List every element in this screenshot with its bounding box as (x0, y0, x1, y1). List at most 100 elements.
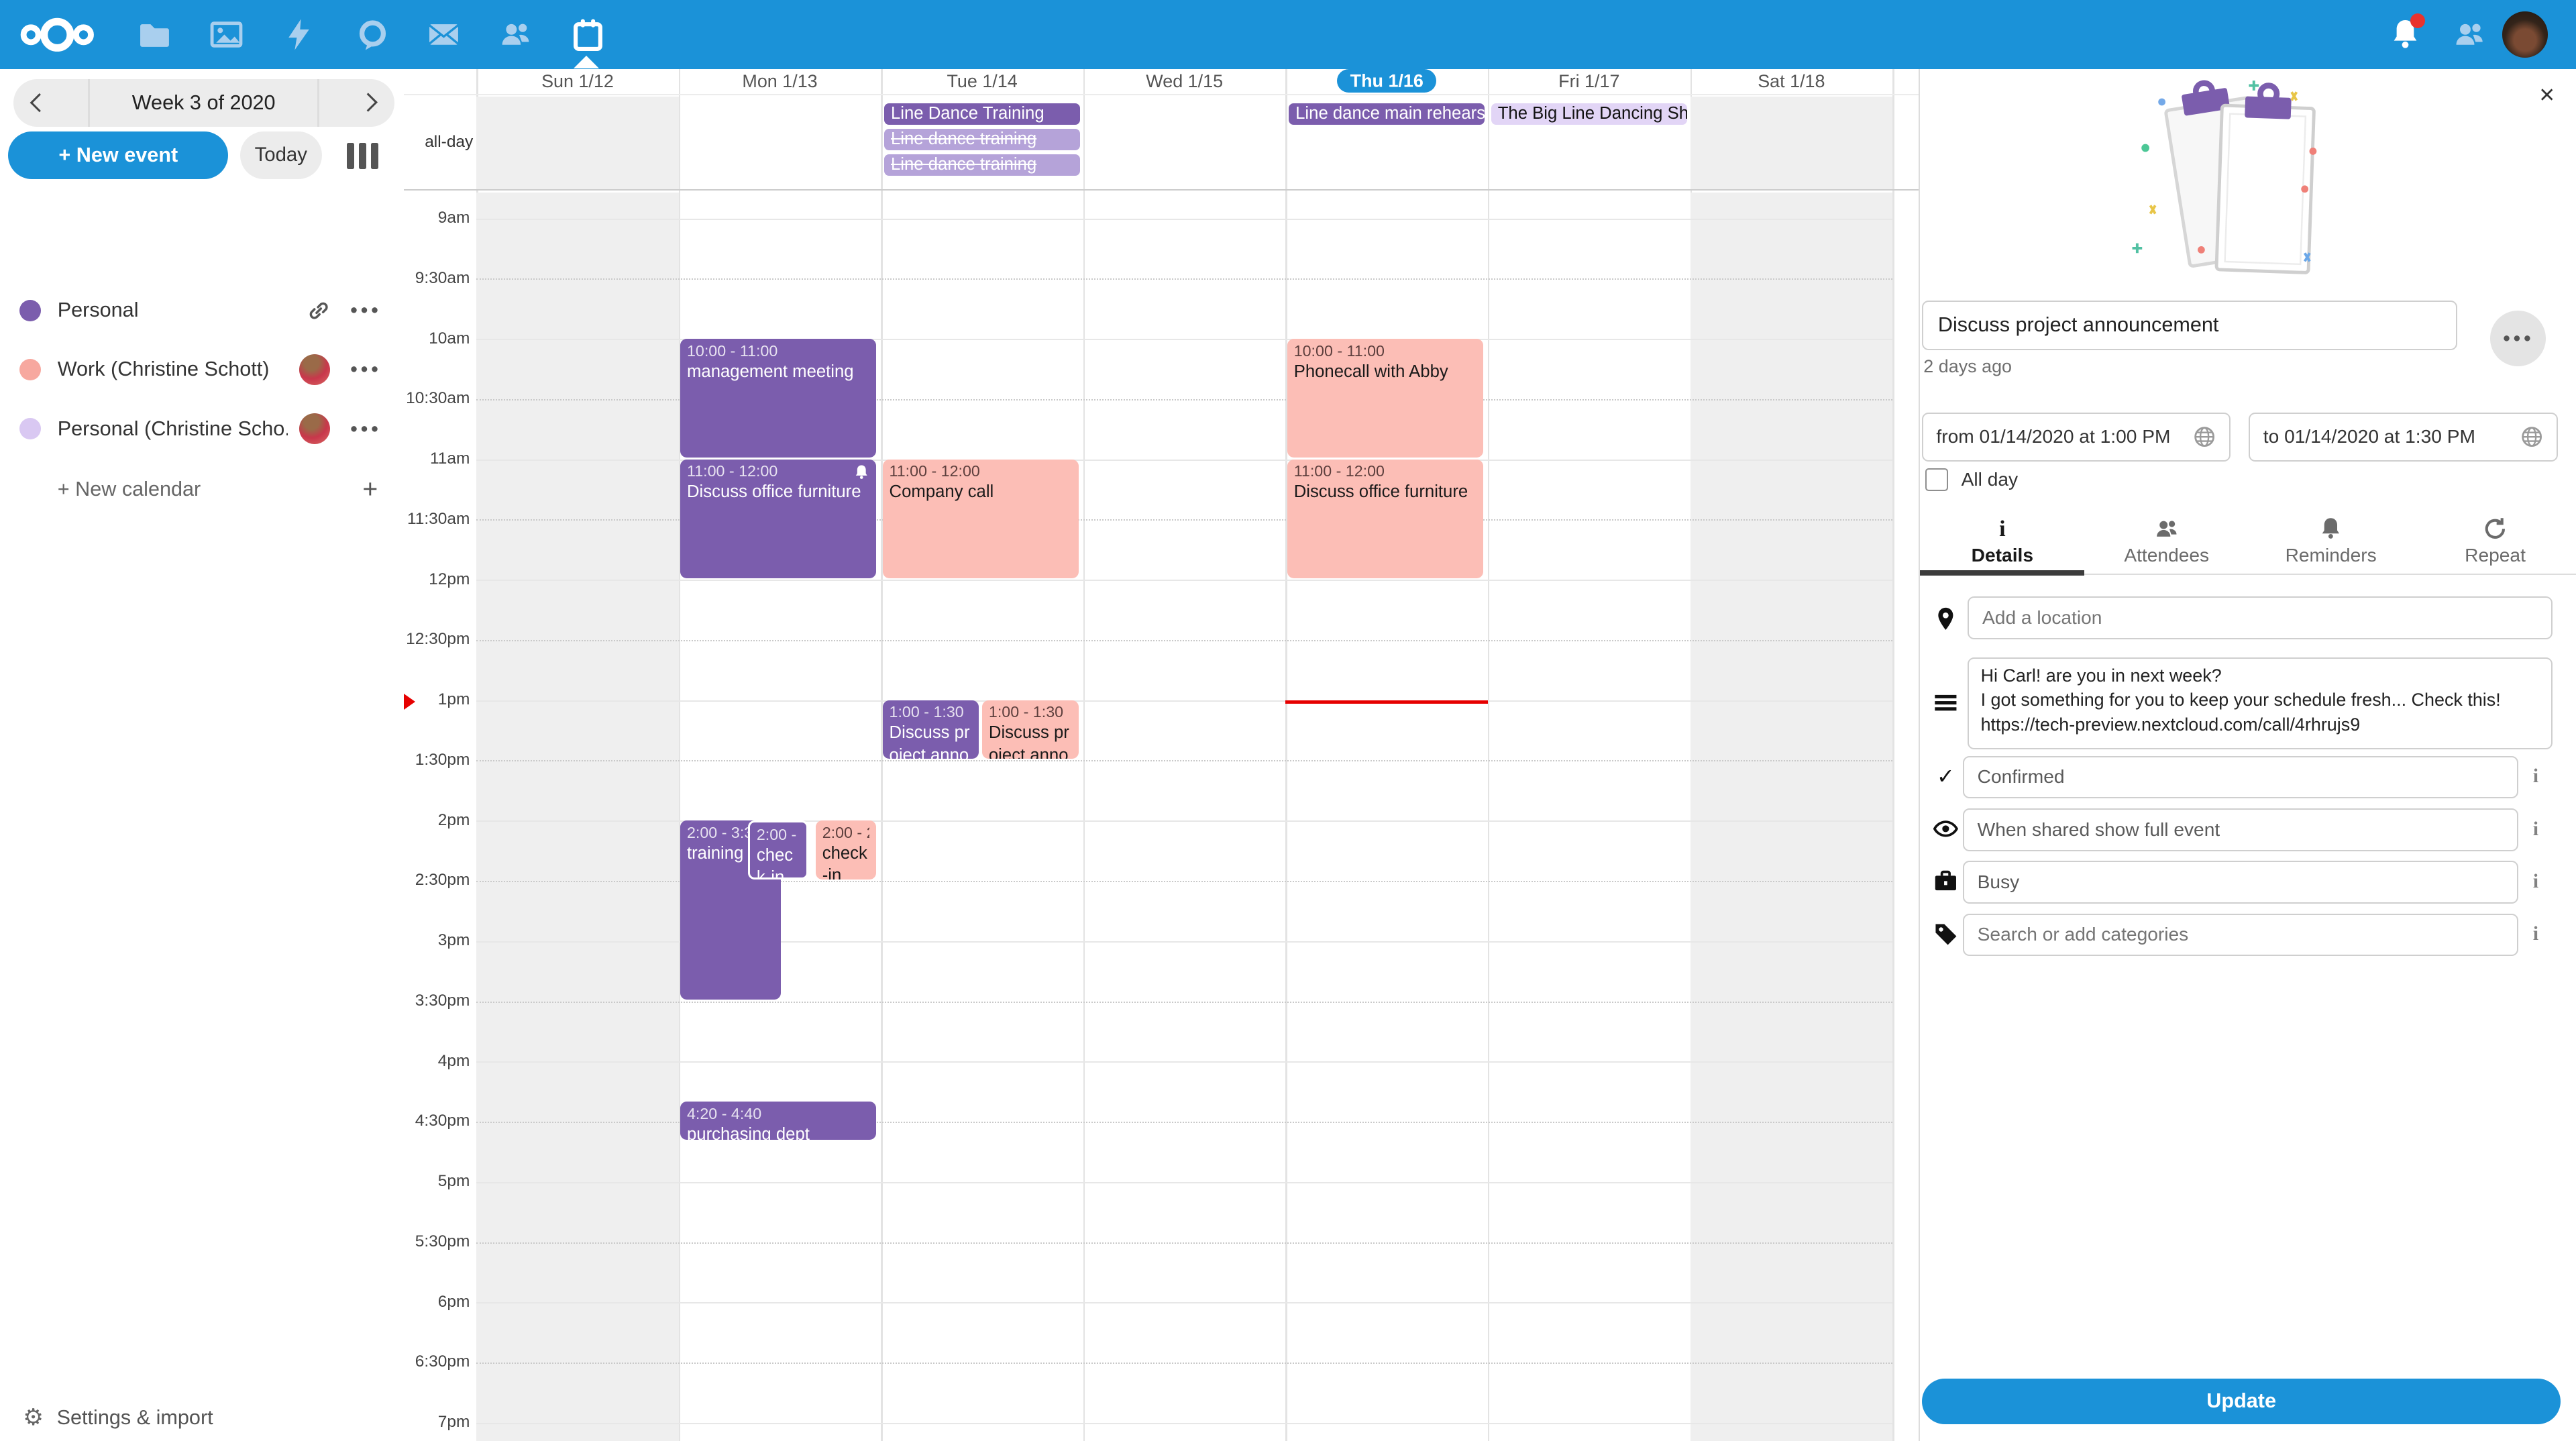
grid-line (476, 1002, 1892, 1003)
talk-icon[interactable] (356, 18, 389, 51)
categories-input[interactable] (1963, 914, 2518, 957)
active-app-indicator (574, 56, 599, 68)
calendar-actions-menu[interactable]: ●●● (350, 303, 382, 318)
calendar-event[interactable]: 11:00 - 12:00Company call (883, 460, 1079, 578)
calendar-event[interactable]: 4:20 - 4:40purchasing dept (680, 1102, 876, 1140)
time-label: 7pm (404, 1413, 470, 1432)
all-day-toggle[interactable]: All day (1925, 468, 2018, 491)
day-header[interactable]: Sun 1/12 (476, 69, 679, 95)
day-header-row: Sun 1/12Mon 1/13Tue 1/14Wed 1/15Thu 1/16… (404, 69, 1919, 95)
new-calendar-button[interactable]: + New calendar + (0, 465, 404, 514)
calendar-event[interactable]: 11:00 - 12:00Discuss office furniture (680, 460, 876, 578)
top-bar (0, 0, 2576, 69)
location-pin-icon (1933, 606, 1958, 631)
grid-line (476, 1363, 1892, 1364)
calendar-list-item-work-christine[interactable]: Work (Christine Schott) ●●● (0, 343, 404, 396)
today-button[interactable]: Today (240, 131, 322, 179)
repeat-icon (2483, 517, 2508, 541)
location-input[interactable] (1968, 596, 2553, 639)
day-header[interactable]: Thu 1/16 (1285, 69, 1488, 95)
new-event-button[interactable]: + New event (8, 131, 228, 179)
activity-icon[interactable] (282, 18, 315, 51)
next-week-button[interactable] (359, 93, 378, 112)
time-label: 3:30pm (404, 992, 470, 1010)
tab-repeat[interactable]: Repeat (2413, 509, 2576, 574)
categories-info-icon[interactable]: i (2533, 923, 2538, 945)
calendar-event[interactable]: 2:00 - 2:30check-in (816, 820, 876, 879)
settings-import-button[interactable]: ⚙ Settings & import (0, 1393, 404, 1441)
update-button[interactable]: Update (1922, 1379, 2561, 1425)
event-title-input[interactable] (1922, 301, 2457, 350)
tab-attendees[interactable]: Attendees (2084, 509, 2249, 574)
day-header[interactable]: Mon 1/13 (679, 69, 881, 95)
current-time-arrow (404, 694, 415, 710)
contacts-icon[interactable] (499, 18, 532, 51)
status-info-icon[interactable]: i (2533, 765, 2538, 788)
week-label[interactable]: Week 3 of 2020 (132, 91, 276, 115)
description-textarea[interactable]: Hi Carl! are you in next week? I got som… (1968, 657, 2553, 749)
busy-select[interactable]: Busy (1963, 861, 2518, 904)
sidebar: Week 3 of 2020 + New event Today Persona… (0, 69, 404, 1441)
busy-info-icon[interactable]: i (2533, 871, 2538, 893)
time-label: 2:30pm (404, 871, 470, 890)
calendar-color-dot (19, 300, 41, 321)
day-header[interactable]: Wed 1/15 (1083, 69, 1286, 95)
status-select[interactable]: Confirmed (1963, 756, 2518, 799)
event-end-field[interactable]: to 01/14/2020 at 1:30 PM (2249, 413, 2557, 462)
calendar-event[interactable]: 11:00 - 12:00Discuss office furniture (1287, 460, 1483, 578)
grid-line (476, 1061, 1892, 1063)
calendar-list-item-personal[interactable]: Personal ●●● (0, 284, 404, 337)
gear-icon: ⚙ (23, 1404, 44, 1431)
event-start-field[interactable]: from 01/14/2020 at 1:00 PM (1922, 413, 2231, 462)
day-header[interactable]: Tue 1/14 (881, 69, 1083, 95)
calendar-event[interactable]: 2:00 - 2:30check-in (748, 820, 808, 879)
calendar-event[interactable]: 10:00 - 11:00Phonecall with Abby (1287, 339, 1483, 458)
tab-reminders[interactable]: Reminders (2249, 509, 2413, 574)
current-time-line (1285, 700, 1488, 704)
active-tab-indicator (1920, 570, 2084, 575)
notifications-bell-icon[interactable] (2389, 18, 2422, 51)
nextcloud-logo[interactable] (19, 13, 95, 56)
calendar-event[interactable]: 1:00 - 1:30Discuss project announcement (883, 700, 979, 759)
all-day-event[interactable]: Line dance training (884, 129, 1080, 150)
all-day-event[interactable]: Line dance training (884, 154, 1080, 176)
attendees-icon (2154, 517, 2179, 541)
visibility-info-icon[interactable]: i (2533, 818, 2538, 841)
view-toggle-button[interactable] (347, 143, 379, 169)
photos-icon[interactable] (210, 18, 243, 51)
grid-line (476, 1302, 1892, 1303)
grid-line (476, 760, 1892, 761)
notification-badge (2410, 13, 2425, 28)
time-label: 9:30am (404, 269, 470, 288)
share-link-icon[interactable] (307, 299, 330, 322)
time-grid: 9am9:30am10am10:30am11am11:30am12pm12:30… (404, 193, 1919, 1441)
visibility-select[interactable]: When shared show full event (1963, 808, 2518, 851)
files-icon[interactable] (138, 18, 171, 51)
timezone-globe-icon[interactable] (2520, 425, 2543, 448)
timezone-globe-icon[interactable] (2193, 425, 2216, 448)
time-label: 9am (404, 209, 470, 227)
calendar-icon[interactable] (572, 18, 604, 51)
close-icon[interactable]: × (2539, 82, 2555, 108)
event-actions-menu-button[interactable]: ●●● (2490, 311, 2546, 366)
time-label: 1:30pm (404, 751, 470, 769)
calendar-actions-menu[interactable]: ●●● (350, 421, 382, 437)
all-day-event[interactable]: Line Dance Training (884, 103, 1080, 125)
all-day-event[interactable]: The Big Line Dancing Show (1491, 103, 1687, 125)
contacts-menu-icon[interactable] (2453, 18, 2485, 51)
calendar-list-item-personal-christine[interactable]: Personal (Christine Scho... ●●● (0, 403, 404, 455)
previous-week-button[interactable] (30, 93, 49, 112)
user-avatar[interactable] (2502, 11, 2548, 58)
tab-details[interactable]: i Details (1920, 509, 2084, 574)
calendar-actions-menu[interactable]: ●●● (350, 362, 382, 377)
all-day-event[interactable]: Line dance main rehearsal (1289, 103, 1485, 125)
calendar-event[interactable]: 10:00 - 11:00management meeting (680, 339, 876, 458)
grid-line (476, 700, 1892, 702)
mail-icon[interactable] (427, 18, 460, 51)
description-icon (1933, 690, 1958, 715)
calendar-event[interactable]: 1:00 - 1:30Discuss project announcement (982, 700, 1078, 759)
day-header[interactable]: Fri 1/17 (1488, 69, 1690, 95)
day-header[interactable]: Sat 1/18 (1690, 69, 1893, 95)
time-label: 11:30am (404, 510, 470, 529)
all-day-checkbox[interactable] (1925, 468, 1948, 491)
